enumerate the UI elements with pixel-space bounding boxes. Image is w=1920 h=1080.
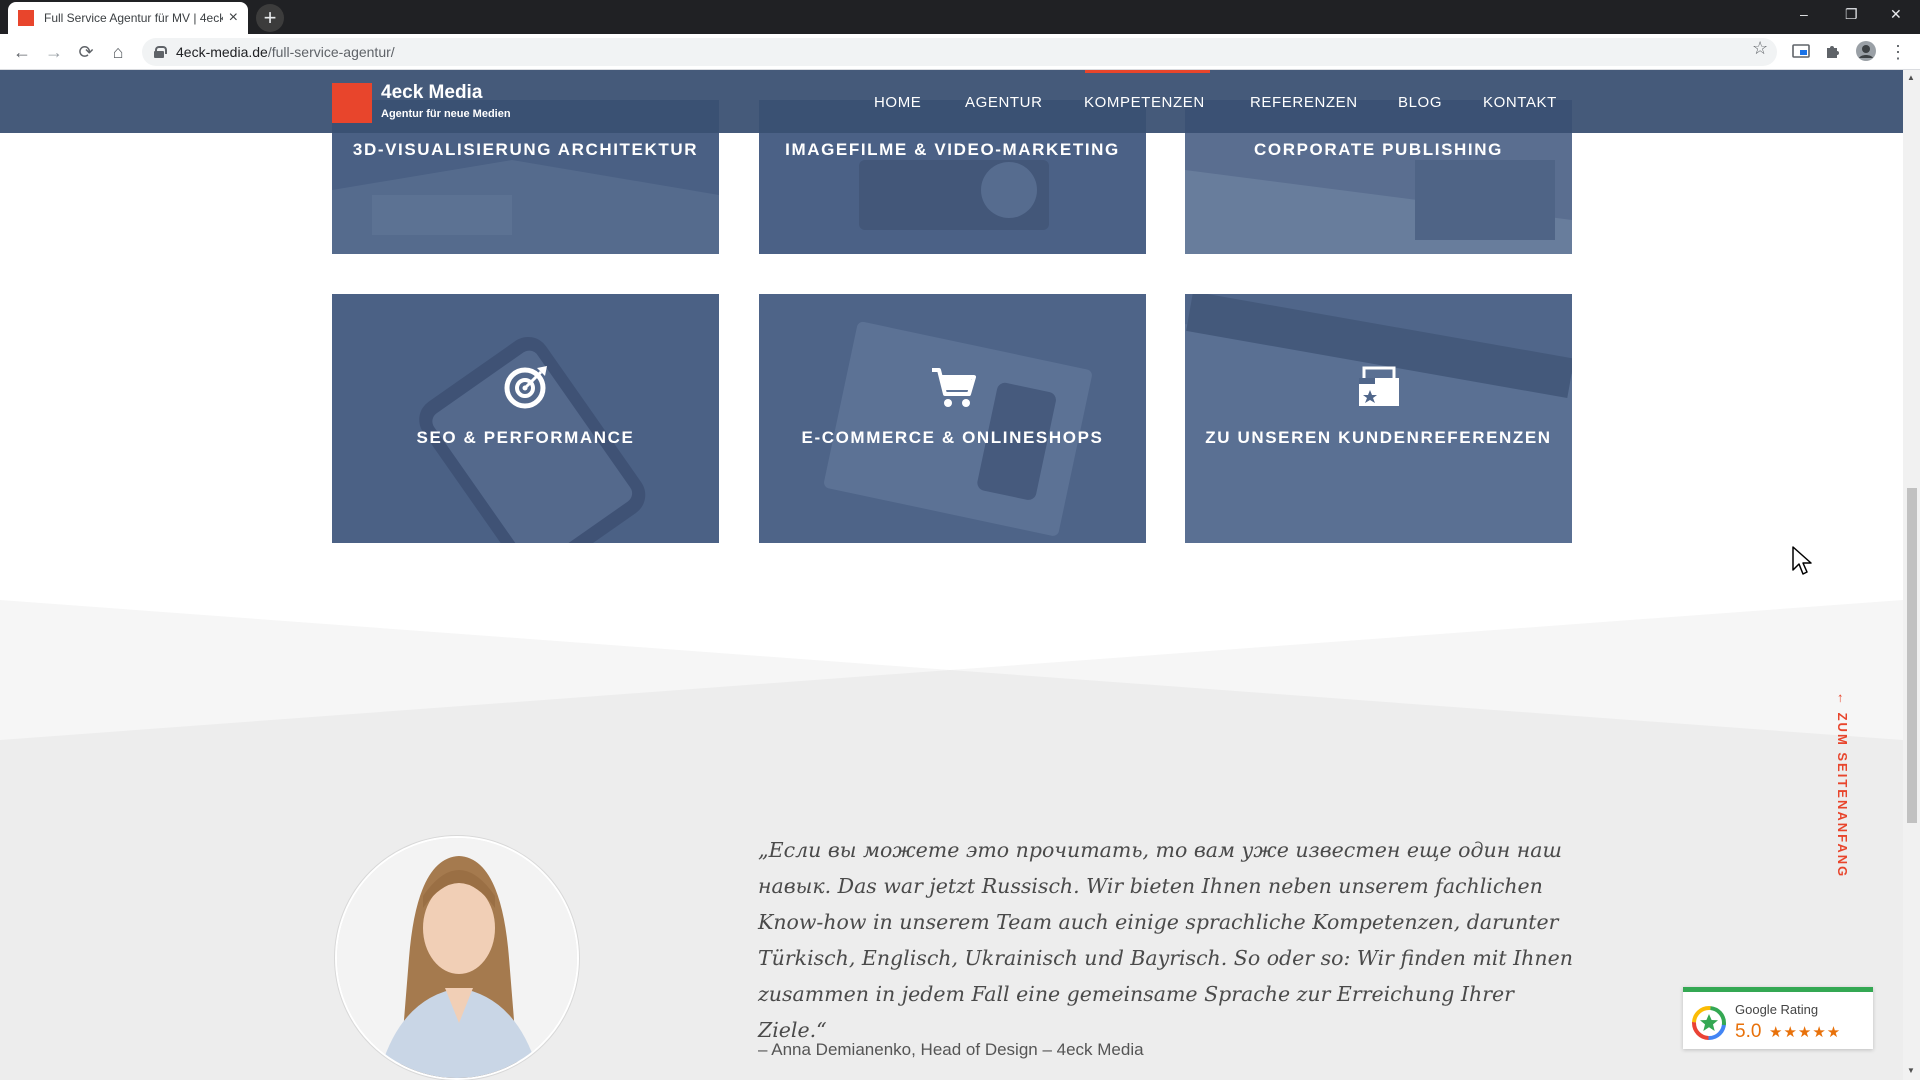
favicon-icon [18, 10, 34, 26]
reload-icon[interactable]: ⟳ [74, 40, 98, 64]
testimonial-quote: „Если вы можете это прочитать, то вам уж… [758, 838, 1573, 1042]
page-scrollbar[interactable]: ▲ ▼ [1903, 70, 1920, 1080]
logo-mark[interactable] [332, 83, 372, 123]
card-background-image [1185, 294, 1572, 543]
shopping-cart-icon [931, 368, 976, 407]
portrait-image [337, 838, 577, 1078]
back-to-top-link[interactable]: ← ZUM SEITENANFANG [1835, 692, 1850, 878]
browser-toolbar: ← → ⟳ ⌂ 4eck-media.de/full-service-agent… [0, 34, 1920, 70]
card-label: 3D-VISUALISIERUNG ARCHITEKTUR [352, 140, 699, 159]
url-host: 4eck-media.de [176, 44, 268, 60]
google-rating-star-icon [1692, 1006, 1726, 1040]
card-kundenreferenzen[interactable]: ZU UNSEREN KUNDENREFERENZEN [1185, 294, 1572, 543]
address-bar[interactable]: 4eck-media.de/full-service-agentur/ [142, 38, 1777, 66]
new-tab-button[interactable]: + [256, 4, 284, 32]
rating-stars: ★★★★★ [1769, 1024, 1842, 1041]
nav-item-home[interactable]: HOME [874, 94, 921, 111]
home-icon[interactable]: ⌂ [106, 40, 130, 64]
lock-icon[interactable] [154, 46, 167, 58]
extensions-puzzle-icon[interactable] [1824, 42, 1842, 60]
folder-star-icon [1358, 366, 1399, 406]
testimonial-author: – Anna Demianenko, Head of Design – 4eck… [758, 1040, 1144, 1059]
card-seo-performance[interactable]: SEO & PERFORMANCE [332, 294, 719, 543]
avatar [335, 836, 579, 1080]
close-window-icon[interactable]: ✕ [1890, 6, 1902, 23]
browser-tab[interactable]: Full Service Agentur für MV | 4eck Media… [8, 2, 248, 34]
nav-active-indicator [1085, 70, 1210, 73]
rating-label: Google Rating [1735, 1002, 1819, 1017]
google-rating-badge[interactable]: Google Rating 5.0 ★★★★★ [1683, 987, 1873, 1049]
target-icon [504, 366, 547, 409]
card-background-image [759, 294, 1146, 543]
logo-tagline: Agentur für neue Medien [381, 108, 511, 120]
logo-name[interactable]: 4eck Media [381, 82, 482, 104]
tab-close-icon[interactable]: × [229, 10, 238, 26]
forward-icon[interactable]: → [42, 40, 66, 64]
nav-item-kontakt[interactable]: KONTAKT [1483, 94, 1557, 111]
card-label: ZU UNSEREN KUNDENREFERENZEN [1205, 428, 1552, 447]
nav-item-agentur[interactable]: AGENTUR [965, 94, 1043, 111]
minimize-icon[interactable]: – [1800, 6, 1808, 22]
card-background-image [332, 294, 719, 543]
nav-item-referenzen[interactable]: REFERENZEN [1250, 94, 1358, 111]
card-label: SEO & PERFORMANCE [416, 428, 635, 447]
cast-icon[interactable] [1792, 42, 1810, 60]
card-label: E-COMMERCE & ONLINESHOPS [801, 428, 1104, 447]
tab-title: Full Service Agentur für MV | 4eck Media [44, 11, 223, 25]
card-label: IMAGEFILME & VIDEO-MARKETING [785, 140, 1120, 159]
bookmark-star-icon[interactable]: ☆ [1752, 38, 1768, 59]
mouse-cursor-icon [1792, 546, 1812, 575]
rating-score: 5.0 [1735, 1021, 1762, 1042]
browser-tab-bar: Full Service Agentur für MV | 4eck Media… [0, 0, 1920, 34]
card-label: CORPORATE PUBLISHING [1254, 140, 1503, 159]
back-icon[interactable]: ← [10, 40, 34, 64]
nav-item-kompetenzen[interactable]: KOMPETENZEN [1084, 94, 1205, 111]
scroll-thumb[interactable] [1907, 488, 1917, 823]
restore-icon[interactable]: ❐ [1845, 6, 1858, 23]
nav-item-blog[interactable]: BLOG [1398, 94, 1442, 111]
scroll-down-arrow-icon[interactable]: ▼ [1907, 1066, 1915, 1075]
url-path: /full-service-agentur/ [267, 44, 395, 60]
scroll-up-arrow-icon[interactable]: ▲ [1907, 73, 1915, 82]
url-text: 4eck-media.de/full-service-agentur/ [176, 44, 395, 60]
browser-menu-icon[interactable]: ⋮ [1886, 40, 1910, 64]
profile-avatar-icon[interactable] [1856, 41, 1876, 61]
card-e-commerce[interactable]: E-COMMERCE & ONLINESHOPS [759, 294, 1146, 543]
site-header: 4eck Media Agentur für neue Medien HOME … [0, 70, 1903, 133]
